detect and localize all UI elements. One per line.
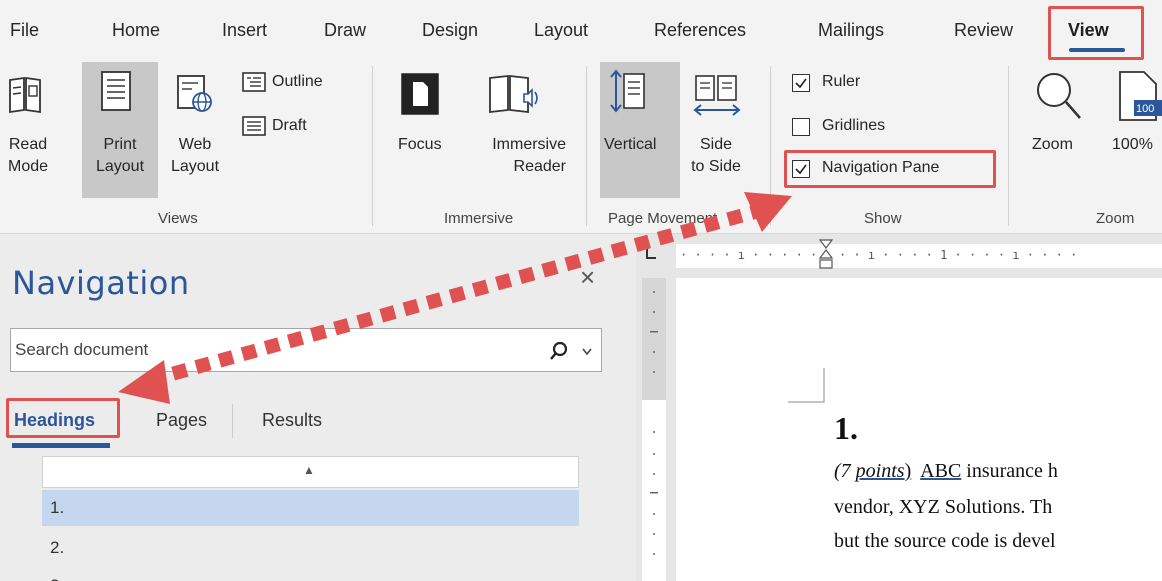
ruler-label[interactable]: Ruler [822, 71, 860, 93]
side-to-side-label-2: to Side [691, 158, 741, 175]
print-layout-icon [101, 71, 131, 111]
vertical-icon [610, 69, 645, 113]
web-layout-label-1: Web [178, 136, 212, 153]
tab-design[interactable]: Design [422, 20, 478, 41]
ruler-marks: · · · · ı · · · · · · · · ı · · · · 1 · … [680, 248, 1078, 262]
draft-icon [242, 116, 266, 136]
tab-layout[interactable]: Layout [534, 20, 588, 41]
immersive-reader-button[interactable]: Immersive Reader [466, 134, 566, 178]
tab-review[interactable]: Review [954, 20, 1013, 41]
separator [1008, 66, 1009, 226]
focus-button[interactable]: Focus [398, 134, 442, 156]
zoom-button[interactable]: Zoom [1032, 134, 1073, 156]
headings-tab-highlight [6, 398, 120, 438]
tab-mailings[interactable]: Mailings [818, 20, 884, 41]
immersive-reader-label-1: Immersive [492, 136, 566, 153]
tab-references[interactable]: References [654, 20, 746, 41]
points-paren: (7 [834, 460, 856, 482]
read-mode-label-2: Mode [7, 158, 49, 175]
search-box [10, 328, 602, 372]
navigation-title: Navigation [12, 264, 190, 302]
web-layout-button[interactable]: Web Layout [160, 134, 230, 178]
zoom-magnifier-icon [1037, 73, 1081, 119]
tab-file[interactable]: File [10, 20, 39, 41]
separator [770, 66, 771, 226]
page-margin-corner [788, 368, 825, 403]
read-mode-label-1: Read [8, 136, 48, 153]
horizontal-ruler[interactable]: · · · · ı · · · · · · · · ı · · · · 1 · … [676, 244, 1162, 268]
view-tab-highlight [1048, 6, 1144, 60]
print-layout-label-1: Print [103, 136, 137, 153]
print-layout-button[interactable]: Print Layout [84, 134, 156, 178]
active-tab-indicator [12, 443, 110, 448]
page-movement-group-label: Page Movement [608, 210, 718, 227]
web-layout-label-2: Layout [170, 158, 220, 175]
collapse-icon: ▲ [303, 463, 315, 477]
tab-draw[interactable]: Draw [324, 20, 366, 41]
separator [232, 404, 233, 438]
indent-marker-icon[interactable] [818, 238, 834, 278]
ribbon-tab-bar: File Home Insert Draw Design Layout Refe… [0, 0, 1162, 58]
focus-icon [401, 73, 439, 115]
zoom-100-icon-text: 100 [1136, 103, 1155, 115]
outline-button[interactable]: Outline [272, 71, 323, 93]
read-mode-button[interactable]: Read Mode [4, 134, 52, 178]
heading-item[interactable]: 2. [42, 530, 579, 566]
immersive-reader-label-2: Reader [513, 158, 566, 175]
outline-icon [242, 72, 266, 92]
zoom-100-button[interactable]: 100% [1112, 134, 1153, 156]
show-group-label: Show [864, 210, 902, 227]
abc-text: ABC [920, 460, 962, 482]
side-to-side-icon [693, 75, 741, 116]
tab-insert[interactable]: Insert [222, 20, 267, 41]
side-to-side-label-1: Side [699, 136, 733, 153]
zoom-group-label: Zoom [1096, 210, 1135, 227]
ruler-checkbox[interactable] [792, 74, 810, 92]
separator [372, 66, 373, 226]
heading-item[interactable]: 1. [42, 490, 579, 526]
chevron-down-icon[interactable] [581, 347, 593, 357]
vertical-button[interactable]: Vertical [604, 134, 656, 156]
immersive-group-label: Immersive [444, 210, 514, 227]
tab-home[interactable]: Home [112, 20, 160, 41]
read-mode-icon [9, 76, 41, 114]
side-to-side-button[interactable]: Side to Side [680, 134, 752, 178]
document-heading[interactable]: 1. [834, 410, 858, 447]
document-paragraph-line[interactable]: (7 points) ABC insurance h [834, 460, 1058, 483]
gridlines-label[interactable]: Gridlines [822, 115, 885, 137]
search-input[interactable] [15, 329, 535, 371]
document-paragraph-line[interactable]: vendor, XYZ Solutions. Th [834, 496, 1052, 519]
navigation-pane-highlight [784, 150, 996, 188]
vertical-ruler-ticks [650, 291, 658, 555]
close-icon[interactable]: × [580, 262, 595, 293]
gridlines-checkbox[interactable] [792, 118, 810, 136]
collapse-all-bar[interactable]: ▲ [42, 456, 579, 488]
points-text: points [855, 460, 905, 482]
document-paragraph-line[interactable]: but the source code is devel [834, 530, 1056, 553]
draft-button[interactable]: Draft [272, 115, 307, 137]
immersive-reader-icon [489, 74, 538, 114]
line1-rest: insurance h [961, 460, 1058, 482]
tab-pages[interactable]: Pages [156, 410, 207, 431]
views-group-label: Views [158, 210, 198, 227]
tab-results[interactable]: Results [262, 410, 322, 431]
heading-item[interactable]: 3. [42, 568, 579, 581]
separator [586, 66, 587, 226]
tab-selector-icon[interactable] [644, 246, 660, 262]
print-layout-label-2: Layout [95, 158, 145, 175]
search-icon[interactable] [549, 341, 569, 361]
web-layout-icon [177, 75, 212, 112]
